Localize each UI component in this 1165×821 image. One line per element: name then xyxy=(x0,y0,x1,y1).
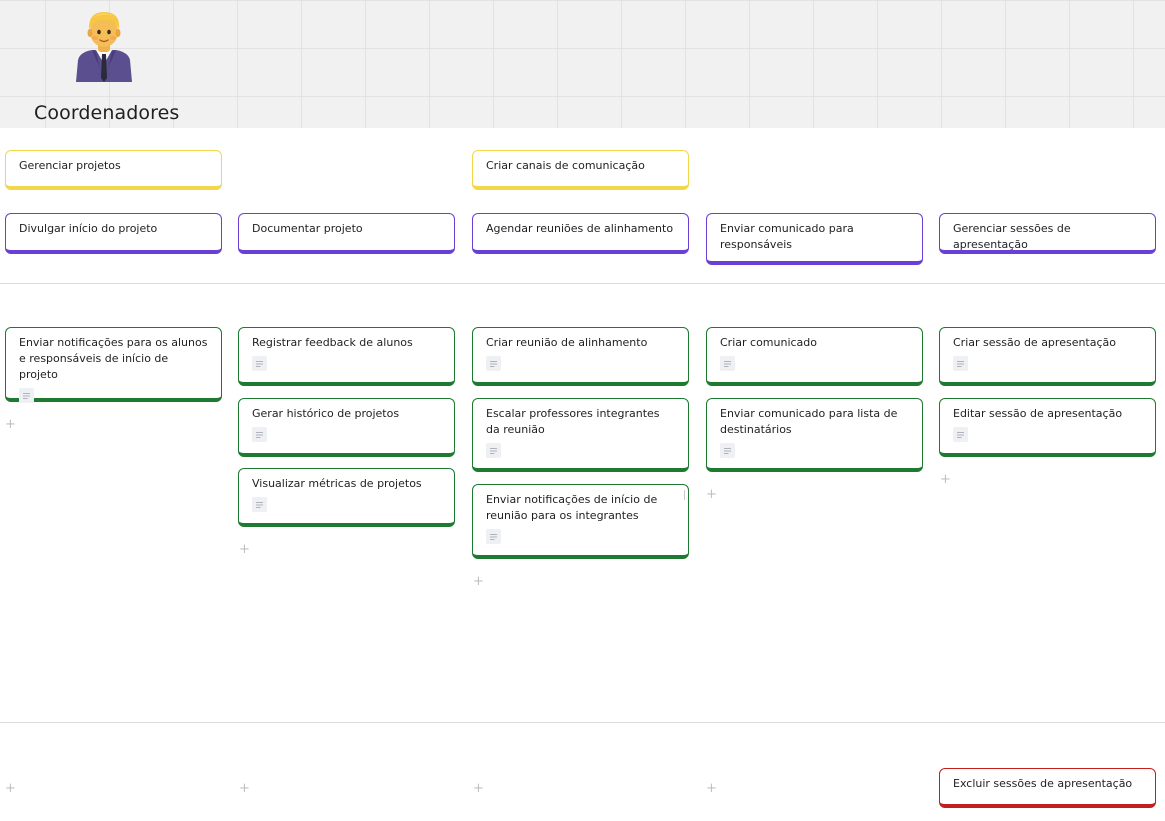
story-card[interactable]: Registrar feedback de alunos xyxy=(238,327,455,386)
card-label: Enviar notificações de início de reunião… xyxy=(486,493,658,522)
add-card-button[interactable]: + xyxy=(706,782,717,795)
card-label: Gerenciar projetos xyxy=(19,159,121,172)
card-label: Visualizar métricas de projetos xyxy=(252,477,422,490)
add-card-button[interactable]: + xyxy=(5,782,16,795)
story-card[interactable]: Enviar notificações para os alunos e res… xyxy=(5,327,222,403)
add-card-button[interactable]: + xyxy=(239,543,250,556)
story-card-excluir-sessoes[interactable]: Excluir sessões de apresentação xyxy=(939,768,1156,808)
card-label: Criar sessão de apresentação xyxy=(953,336,1117,349)
story-card[interactable]: Criar sessão de apresentação xyxy=(939,327,1156,386)
card-label: Documentar projeto xyxy=(252,222,363,235)
card-label: Enviar notificações para os alunos e res… xyxy=(19,336,208,381)
description-icon xyxy=(486,356,501,371)
add-card-button[interactable]: + xyxy=(706,488,717,501)
release-divider xyxy=(0,722,1165,723)
release-divider xyxy=(0,283,1165,284)
card-label: Criar reunião de alinhamento xyxy=(486,336,648,349)
card-label: Agendar reuniões de alinhamento xyxy=(486,222,674,235)
add-card-button[interactable]: + xyxy=(239,782,250,795)
story-card[interactable]: Visualizar métricas de projetos xyxy=(238,468,455,527)
feature-card-divulgar-inicio[interactable]: Divulgar início do projeto xyxy=(5,213,222,254)
card-label: Escalar professores integrantes da reuni… xyxy=(486,407,660,436)
feature-card-documentar-projeto[interactable]: Documentar projeto xyxy=(238,213,455,254)
add-card-button[interactable]: + xyxy=(940,473,951,486)
card-label: Enviar comunicado para lista de destinat… xyxy=(720,407,898,436)
feature-card-agendar-reunioes[interactable]: Agendar reuniões de alinhamento xyxy=(472,213,689,254)
description-icon xyxy=(252,497,267,512)
office-worker-emoji-icon xyxy=(70,8,138,86)
story-card[interactable]: Criar comunicado xyxy=(706,327,923,386)
card-label: Excluir sessões de apresentação xyxy=(953,777,1133,790)
description-icon xyxy=(720,356,735,371)
add-card-button[interactable]: + xyxy=(473,575,484,588)
add-card-button[interactable]: + xyxy=(5,418,16,431)
add-card-button[interactable]: + xyxy=(473,782,484,795)
story-card[interactable]: Criar reunião de alinhamento xyxy=(472,327,689,386)
epic-card-criar-canais[interactable]: Criar canais de comunicação xyxy=(472,150,689,190)
description-icon xyxy=(953,427,968,442)
description-icon xyxy=(720,443,735,458)
story-card[interactable]: Escalar professores integrantes da reuni… xyxy=(472,398,689,472)
description-icon xyxy=(252,356,267,371)
feature-card-gerenciar-sessoes[interactable]: Gerenciar sessões de apresentação xyxy=(939,213,1156,254)
description-icon xyxy=(19,388,34,403)
story-card[interactable]: Enviar notificações de início de reunião… xyxy=(472,484,689,559)
card-label: Criar canais de comunicação xyxy=(486,159,645,172)
description-icon xyxy=(486,443,501,458)
persona-title: Coordenadores xyxy=(34,102,180,124)
description-icon xyxy=(486,529,501,544)
card-label: Registrar feedback de alunos xyxy=(252,336,413,349)
description-icon xyxy=(953,356,968,371)
description-icon xyxy=(252,427,267,442)
story-card[interactable]: Enviar comunicado para lista de destinat… xyxy=(706,398,923,472)
card-label: Divulgar início do projeto xyxy=(19,222,158,235)
card-scroll-indicator xyxy=(684,490,685,500)
feature-card-enviar-comunicado[interactable]: Enviar comunicado para responsáveis xyxy=(706,213,923,265)
card-label: Enviar comunicado para responsáveis xyxy=(720,222,854,251)
card-label: Gerenciar sessões de apresentação xyxy=(953,222,1071,251)
story-card[interactable]: Gerar histórico de projetos xyxy=(238,398,455,457)
story-card[interactable]: Editar sessão de apresentação xyxy=(939,398,1156,457)
card-label: Gerar histórico de projetos xyxy=(252,407,400,420)
epic-card-gerenciar-projetos[interactable]: Gerenciar projetos xyxy=(5,150,222,190)
card-label: Editar sessão de apresentação xyxy=(953,407,1123,420)
card-label: Criar comunicado xyxy=(720,336,818,349)
board-header: Coordenadores xyxy=(0,0,1165,128)
